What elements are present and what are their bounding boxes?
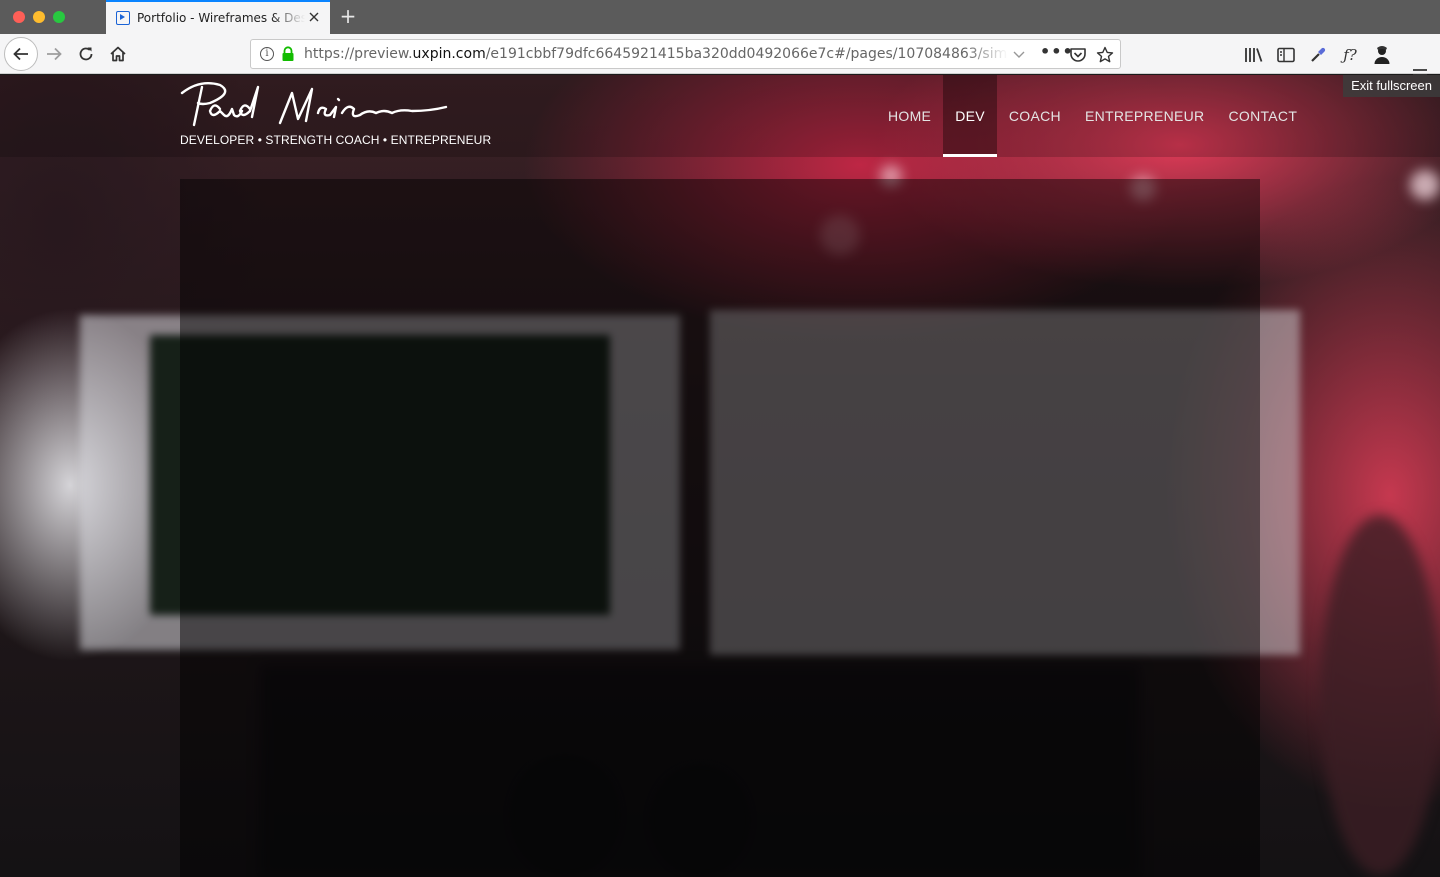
secure-lock-icon[interactable]	[281, 46, 295, 62]
site-header: DEVELOPER • STRENGTH COACH • ENTREPRENEU…	[0, 75, 1440, 157]
url-dropdown-chevron-icon[interactable]	[1013, 50, 1025, 60]
tab-title: Portfolio - Wireframes & Design	[137, 11, 305, 25]
blurred-speaker	[1320, 515, 1440, 875]
zoom-window-button[interactable]	[53, 11, 65, 23]
site-info-icon[interactable]: i	[260, 47, 274, 61]
sidebar-icon	[1277, 47, 1295, 63]
bokeh-light	[1410, 170, 1440, 200]
font-query-button[interactable]: ƒ?	[1339, 44, 1361, 66]
navigation-toolbar: i https://preview.uxpin.com/e191cbbf79df…	[0, 34, 1440, 81]
content-panel	[180, 179, 1260, 877]
nav-home[interactable]: HOME	[876, 75, 943, 157]
eyedropper-button[interactable]	[1307, 44, 1329, 66]
nav-dev[interactable]: DEV	[943, 75, 997, 157]
minimize-window-button[interactable]	[33, 11, 45, 23]
nav-coach[interactable]: COACH	[997, 75, 1073, 157]
page-actions-button[interactable]: •••	[1040, 44, 1073, 64]
home-icon	[110, 46, 126, 62]
home-button[interactable]	[102, 38, 134, 70]
library-button[interactable]	[1243, 44, 1265, 66]
library-icon	[1245, 48, 1263, 62]
close-window-button[interactable]	[13, 11, 25, 23]
nav-entrepreneur[interactable]: ENTREPRENEUR	[1073, 75, 1217, 157]
url-domain: uxpin.com	[412, 46, 486, 62]
sidebar-toggle-button[interactable]	[1275, 44, 1297, 66]
account-avatar-icon	[1374, 46, 1390, 64]
bookmark-star-icon[interactable]	[1096, 46, 1114, 64]
uxpin-favicon-icon	[116, 11, 130, 25]
url-path: /e191cbbf79dfc6645921415ba320dd0492066e7…	[485, 46, 1008, 62]
site-nav: HOME DEV COACH ENTREPRENEUR CONTACT	[876, 75, 1309, 157]
exit-fullscreen-button[interactable]: Exit fullscreen	[1343, 75, 1440, 97]
url-text[interactable]: https://preview.uxpin.com/e191cbbf79dfc6…	[304, 46, 1008, 62]
tab-bar: Portfolio - Wireframes & Design +	[0, 0, 1440, 34]
close-tab-icon[interactable]	[307, 10, 321, 24]
new-tab-button[interactable]: +	[338, 6, 358, 26]
account-button[interactable]	[1371, 44, 1393, 66]
reload-button[interactable]	[70, 38, 102, 70]
pocket-icon[interactable]	[1069, 46, 1087, 64]
back-button[interactable]	[4, 37, 38, 71]
back-arrow-icon	[13, 47, 28, 61]
nav-contact[interactable]: CONTACT	[1216, 75, 1309, 157]
address-bar[interactable]: i https://preview.uxpin.com/e191cbbf79df…	[250, 39, 1121, 69]
reload-icon	[79, 47, 93, 61]
forward-button[interactable]	[38, 38, 70, 70]
signature-logo[interactable]	[180, 79, 460, 127]
url-prefix: https://preview.	[304, 46, 413, 62]
browser-tab[interactable]: Portfolio - Wireframes & Design	[106, 0, 330, 34]
eyedropper-icon	[1311, 47, 1326, 62]
site-tagline: DEVELOPER • STRENGTH COACH • ENTREPRENEU…	[180, 133, 492, 147]
portfolio-page: DEVELOPER • STRENGTH COACH • ENTREPRENEU…	[0, 75, 1440, 877]
forward-arrow-icon	[47, 47, 62, 61]
